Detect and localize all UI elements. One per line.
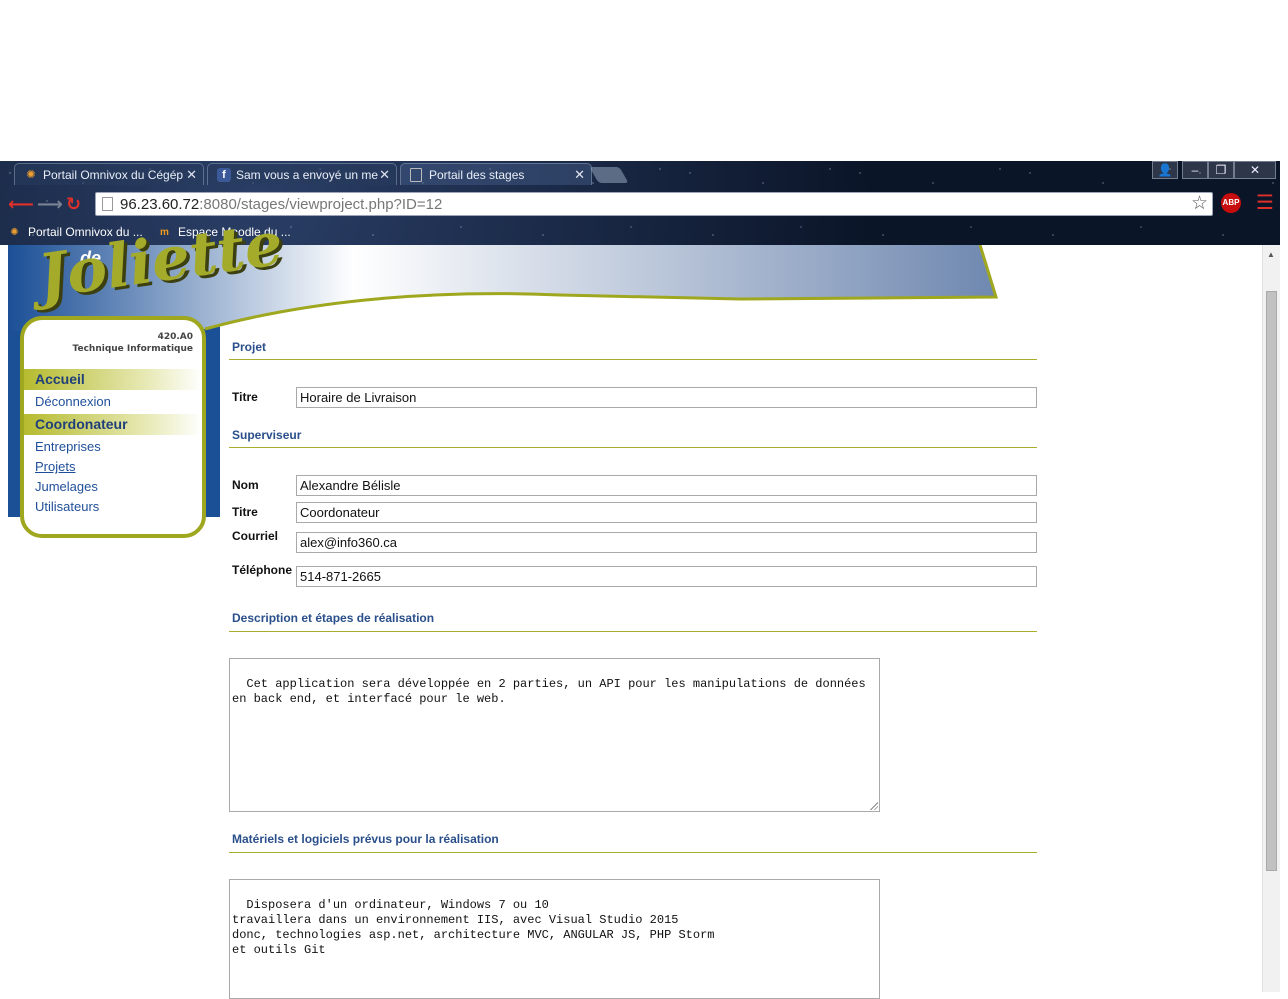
section-divider bbox=[229, 447, 1037, 448]
forward-icon[interactable]: ⟶ bbox=[37, 193, 63, 215]
omnivox-icon: ✺ bbox=[10, 227, 19, 238]
minimize-button[interactable]: – bbox=[1182, 161, 1208, 179]
sidebar-menu: 420.A0 Technique Informatique Accueil Dé… bbox=[20, 316, 206, 538]
page-icon bbox=[102, 197, 113, 211]
menu-link-jumelages[interactable]: Jumelages bbox=[35, 478, 98, 495]
label-nom: Nom bbox=[232, 478, 259, 492]
menu-link-deconnexion[interactable]: Déconnexion bbox=[35, 393, 111, 410]
input-telephone[interactable]: 514-871-2665 bbox=[296, 566, 1037, 587]
page-icon bbox=[410, 168, 422, 182]
tab-omnivox[interactable]: ✺ Portail Omnivox du Cégép ✕ bbox=[14, 163, 204, 185]
adblock-icon[interactable]: ABP bbox=[1221, 193, 1241, 213]
description-text: Cet application sera développée en 2 par… bbox=[232, 677, 866, 706]
tab-title: Sam vous a envoyé un me bbox=[236, 168, 379, 182]
menu-link-entreprises[interactable]: Entreprises bbox=[35, 438, 101, 455]
tab-portail-stages[interactable]: Portail des stages ✕ bbox=[400, 163, 592, 185]
reload-icon[interactable]: ↻ bbox=[66, 193, 81, 215]
input-nom[interactable]: Alexandre Bélisle bbox=[296, 475, 1037, 496]
textarea-materiels[interactable]: Disposera d'un ordinateur, Windows 7 ou … bbox=[229, 879, 880, 999]
tab-title: Portail Omnivox du Cégép bbox=[43, 168, 184, 182]
resize-handle-icon[interactable] bbox=[870, 802, 878, 810]
label-titre-superviseur: Titre bbox=[232, 505, 258, 519]
section-title-superviseur: Superviseur bbox=[232, 428, 302, 442]
section-divider bbox=[229, 359, 1037, 360]
close-icon[interactable]: ✕ bbox=[379, 164, 390, 185]
scrollbar-thumb[interactable] bbox=[1266, 291, 1277, 871]
menu-link-utilisateurs[interactable]: Utilisateurs bbox=[35, 498, 99, 515]
facebook-icon: f bbox=[217, 168, 231, 182]
section-divider bbox=[229, 631, 1037, 632]
section-title-materiels: Matériels et logiciels prévus pour la ré… bbox=[232, 832, 499, 846]
textarea-description[interactable]: Cet application sera développée en 2 par… bbox=[229, 658, 880, 812]
omnivox-icon: ✺ bbox=[26, 169, 36, 181]
label-courriel: Courriel bbox=[232, 529, 279, 543]
input-titre-projet[interactable]: Horaire de Livraison bbox=[296, 387, 1037, 408]
url-text: 96.23.60.72:8080/stages/viewproject.php?… bbox=[120, 196, 443, 213]
label-titre-projet: Titre bbox=[232, 390, 258, 404]
tab-title: Portail des stages bbox=[429, 168, 525, 182]
back-icon[interactable]: ⟵ bbox=[8, 193, 34, 215]
vertical-scrollbar[interactable]: ▲ bbox=[1262, 245, 1281, 992]
close-icon[interactable]: ✕ bbox=[186, 164, 197, 185]
label-telephone: Téléphone bbox=[232, 563, 293, 577]
input-courriel[interactable]: alex@info360.ca bbox=[296, 532, 1037, 553]
menu-link-projets[interactable]: Projets bbox=[35, 458, 75, 475]
window-edge bbox=[1280, 0, 1288, 992]
menu-heading-coordonateur[interactable]: Coordonateur bbox=[24, 414, 202, 435]
site-banner: de Joliette bbox=[0, 209, 1000, 517]
input-titre-superviseur[interactable]: Coordonateur bbox=[296, 502, 1037, 523]
menu-icon[interactable]: ☰ bbox=[1256, 192, 1274, 214]
section-title-description: Description et étapes de réalisation bbox=[232, 611, 435, 625]
section-title-projet: Projet bbox=[232, 340, 267, 354]
profile-icon[interactable]: 👤 bbox=[1152, 161, 1178, 179]
close-window-button[interactable]: ✕ bbox=[1234, 161, 1276, 179]
navigation-bar: ⟵ ⟶ ↻ 96.23.60.72:8080/stages/viewprojec… bbox=[0, 189, 1280, 219]
program-code: 420.A0 bbox=[157, 332, 193, 342]
program-name: Technique Informatique bbox=[72, 344, 193, 354]
materiels-text: Disposera d'un ordinateur, Windows 7 ou … bbox=[232, 898, 715, 957]
section-divider bbox=[229, 852, 1037, 853]
scroll-up-arrow-icon[interactable]: ▲ bbox=[1267, 250, 1275, 259]
restore-button[interactable]: ❐ bbox=[1208, 161, 1234, 179]
menu-heading-accueil[interactable]: Accueil bbox=[24, 369, 202, 390]
close-icon[interactable]: ✕ bbox=[574, 164, 585, 185]
bookmark-star-icon[interactable]: ☆ bbox=[1191, 193, 1208, 215]
tab-facebook[interactable]: f Sam vous a envoyé un me ✕ bbox=[207, 163, 397, 185]
